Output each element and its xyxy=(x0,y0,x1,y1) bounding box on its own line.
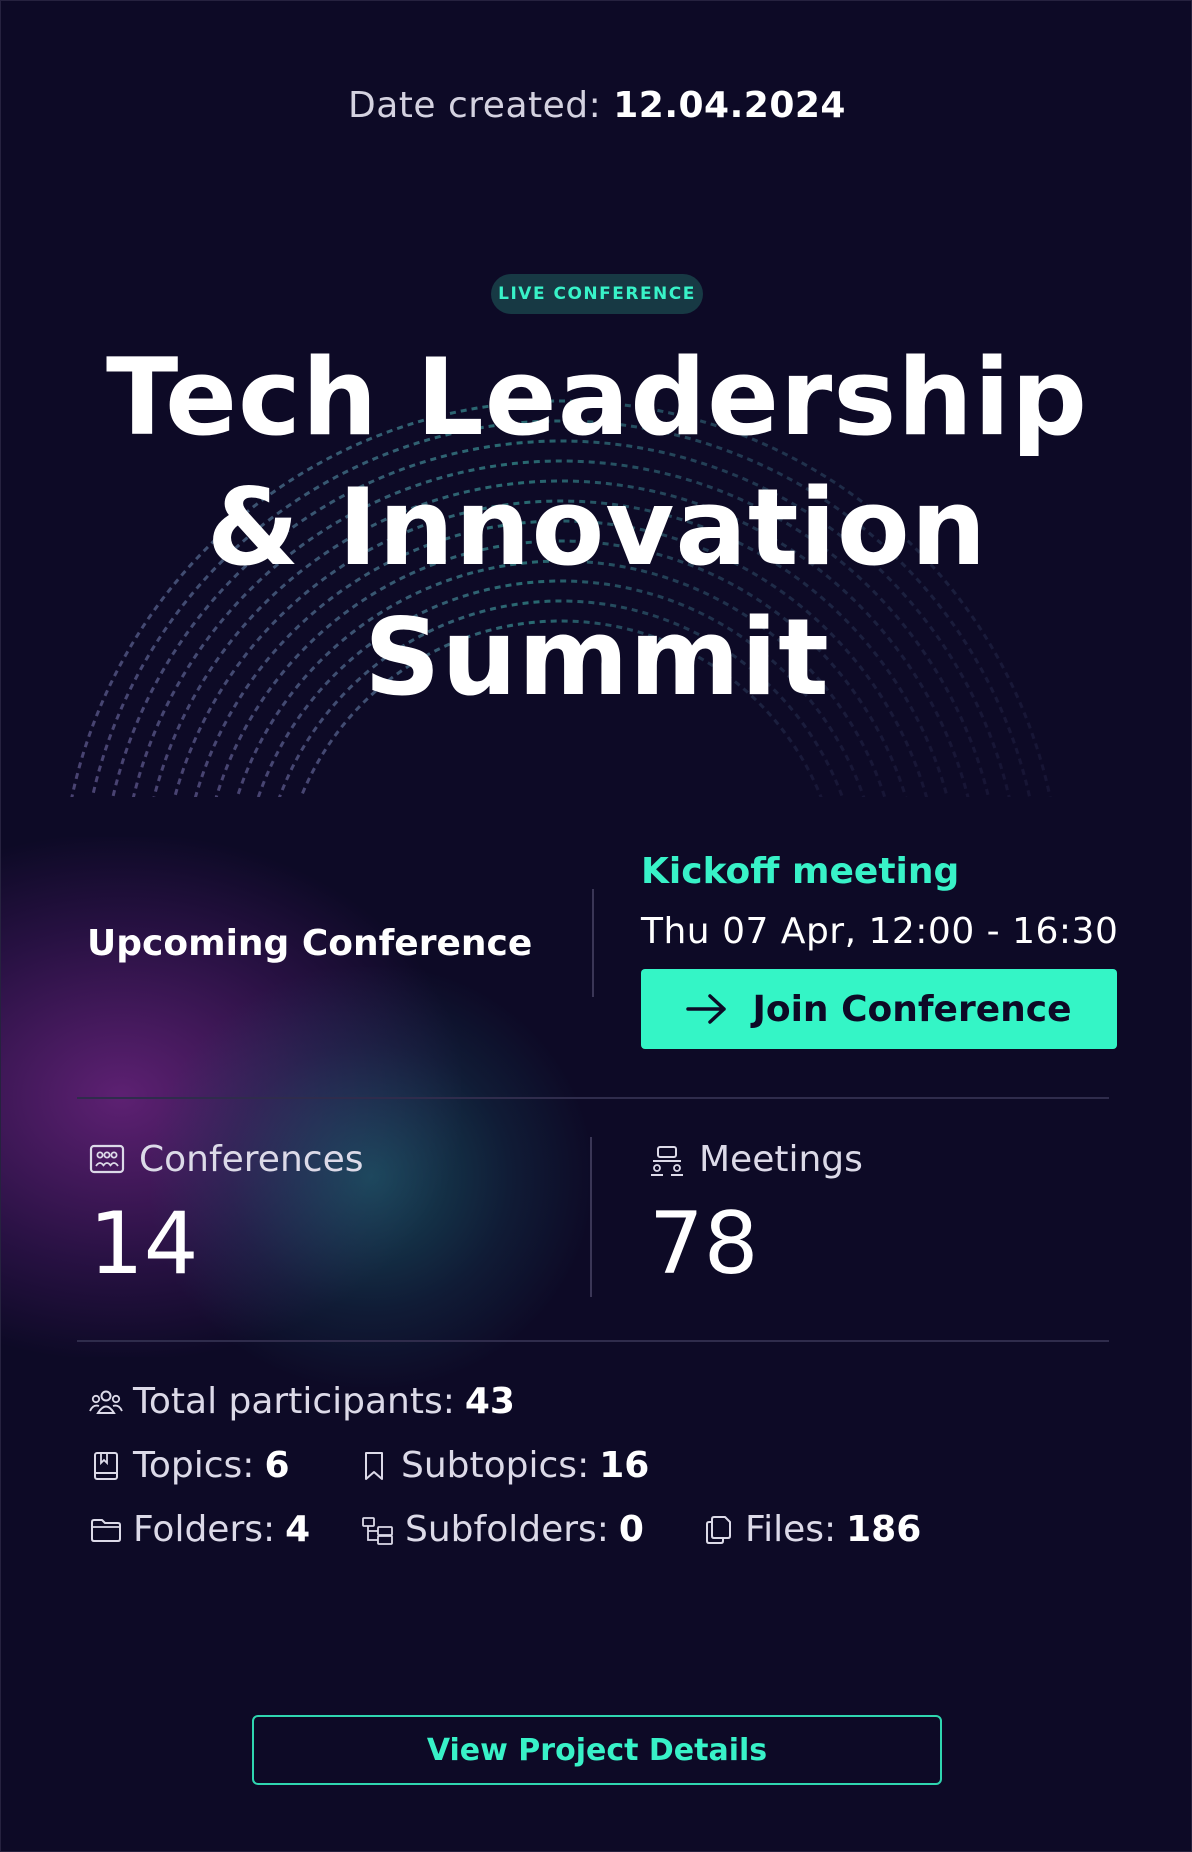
subfolder-icon xyxy=(362,1516,393,1545)
subtopics-value: 16 xyxy=(599,1445,650,1486)
title-line: Summit xyxy=(364,596,830,719)
topics-label: Topics: xyxy=(133,1445,255,1486)
conferences-stat-label: Conferences xyxy=(89,1139,363,1180)
participants-icon xyxy=(89,1390,123,1414)
meetings-stat-label: Meetings xyxy=(649,1139,863,1180)
files-value: 186 xyxy=(846,1509,922,1550)
date-created: Date created: 12.04.2024 xyxy=(1,85,1191,126)
conferences-label: Conferences xyxy=(139,1139,364,1180)
topics-stat: Topics: 6 xyxy=(89,1445,290,1486)
meetings-label: Meetings xyxy=(699,1139,863,1180)
subtopics-stat: Subtopics: 16 xyxy=(357,1445,649,1486)
subfolders-value: 0 xyxy=(618,1509,644,1550)
conferences-count: 14 xyxy=(89,1194,199,1294)
page-title: Tech Leadership & Innovation Summit xyxy=(1,333,1191,723)
join-conference-button[interactable]: Join Conference xyxy=(641,969,1117,1049)
participants-stat: Total participants: 43 xyxy=(89,1381,515,1422)
live-conference-badge: LIVE CONFERENCE xyxy=(491,274,703,314)
files-stat: Files: 186 xyxy=(701,1509,921,1550)
project-card: Date created: 12.04.2024 LIVE CONFERENCE… xyxy=(0,0,1192,1852)
view-project-details-button[interactable]: View Project Details xyxy=(252,1715,942,1785)
meeting-title: Kickoff meeting xyxy=(641,851,960,892)
divider xyxy=(590,1137,592,1297)
folder-icon xyxy=(91,1518,121,1542)
divider xyxy=(77,1340,1109,1342)
divider xyxy=(592,889,594,997)
upcoming-conference-label: Upcoming Conference xyxy=(87,923,533,964)
title-line: & Innovation xyxy=(206,466,988,589)
summary-panel: Upcoming Conference Kickoff meeting Thu … xyxy=(1,797,1191,1851)
folders-value: 4 xyxy=(285,1509,311,1550)
arrow-right-icon xyxy=(686,994,727,1024)
subfolders-stat: Subfolders: 0 xyxy=(361,1509,644,1550)
subtopics-label: Subtopics: xyxy=(401,1445,590,1486)
divider xyxy=(77,1097,1109,1099)
subfolders-label: Subfolders: xyxy=(405,1509,609,1550)
folders-label: Folders: xyxy=(133,1509,276,1550)
meeting-icon xyxy=(651,1145,683,1176)
participants-value: 43 xyxy=(464,1381,515,1422)
files-label: Files: xyxy=(745,1509,837,1550)
meetings-count: 78 xyxy=(649,1194,759,1294)
book-icon xyxy=(94,1451,118,1480)
bookmark-icon xyxy=(365,1451,383,1480)
participants-label: Total participants: xyxy=(133,1381,455,1422)
join-conference-label: Join Conference xyxy=(752,988,1072,1030)
meeting-time: Thu 07 Apr, 12:00 - 16:30 xyxy=(641,911,1119,952)
date-value: 12.04.2024 xyxy=(613,85,846,126)
folders-stat: Folders: 4 xyxy=(89,1509,310,1550)
title-line: Tech Leadership xyxy=(105,336,1089,459)
topics-value: 6 xyxy=(264,1445,290,1486)
files-icon xyxy=(706,1515,731,1544)
date-label: Date created: xyxy=(348,85,602,126)
conference-icon xyxy=(89,1144,125,1173)
